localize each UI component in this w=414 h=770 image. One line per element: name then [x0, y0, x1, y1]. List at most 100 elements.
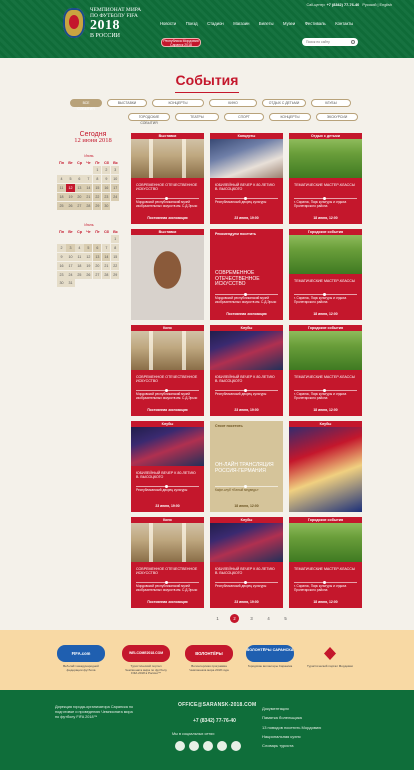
call-center-phone[interactable]: +7 (8342) 77-76-40	[327, 3, 360, 7]
partner-volunteers[interactable]: ВОЛОНТЁРЫ Волонтерская программа Чемпион…	[185, 645, 233, 672]
calendar-day[interactable]: 24	[111, 192, 120, 201]
event-title[interactable]: Юбилейный вечер к 80-летию В. Высоцкого	[215, 375, 279, 383]
event-image[interactable]	[210, 325, 283, 370]
filter-exhibitions[interactable]: Выставки	[107, 99, 147, 107]
calendar-day[interactable]: 27	[93, 270, 102, 279]
calendar-day[interactable]: 24	[66, 270, 75, 279]
event-card[interactable]: Клубы Юбилейный вечер к 80-летию В. Высоц…	[131, 421, 204, 512]
calendar-day[interactable]: 28	[102, 270, 111, 279]
calendar-day[interactable]: 2	[102, 166, 111, 175]
mordovia-logo-icon[interactable]	[306, 645, 354, 662]
calendar-day[interactable]: 4	[75, 244, 84, 253]
calendar-day[interactable]: 27	[75, 201, 84, 210]
filter-clubs[interactable]: Клубы	[311, 99, 351, 107]
nav-item-train[interactable]: Поезд	[186, 21, 198, 26]
calendar-day[interactable]: 15	[93, 183, 102, 192]
partner-saransk-volunteers[interactable]: ВОЛОНТЁРЫ САРАНСКА Городские волонтеры С…	[246, 645, 294, 669]
footer-link-cuisine[interactable]: Национальная кухня	[262, 732, 321, 741]
calendar-day[interactable]: 7	[102, 244, 111, 253]
calendar-day[interactable]: 4	[57, 175, 66, 184]
calendar-day[interactable]: 9	[102, 175, 111, 184]
event-card[interactable]: Клубы Юбилейный вечер к 80-летию В. Высоц…	[210, 517, 283, 608]
event-image[interactable]	[289, 325, 362, 370]
calendar-day[interactable]: 30	[102, 201, 111, 210]
event-image[interactable]	[210, 517, 283, 562]
calendar-day[interactable]: 1	[111, 235, 120, 244]
event-image[interactable]	[131, 133, 204, 178]
event-title[interactable]: Юбилейный вечер к 80-летию В. Высоцкого	[136, 471, 200, 479]
event-image[interactable]	[131, 325, 204, 370]
calendar-day[interactable]: 26	[84, 270, 93, 279]
search-icon[interactable]	[351, 40, 355, 44]
world-cup-emblem-icon[interactable]	[63, 8, 85, 38]
nav-item-stadium[interactable]: Стадион	[207, 21, 224, 26]
event-card[interactable]: Городские события Тематические мастер-кла…	[289, 325, 362, 416]
page-2[interactable]: 2	[230, 614, 239, 623]
calendar-day[interactable]: 19	[84, 261, 93, 270]
partner-welcome[interactable]: WELCOME2018.COM Туристический портал Чем…	[122, 645, 170, 676]
host-city-button[interactable]: Республика Мордовия Саранск 2018	[161, 38, 201, 47]
filter-cinema[interactable]: Кино	[209, 99, 257, 107]
event-title[interactable]: Современное отечественное искусство	[136, 183, 200, 191]
calendar-day[interactable]: 11	[57, 183, 66, 192]
footer-email[interactable]: OFFICE@SARANSK-2018.COM	[178, 702, 256, 708]
calendar-day[interactable]: 22	[111, 261, 120, 270]
calendar-day[interactable]: 7	[84, 175, 93, 184]
event-image[interactable]	[289, 229, 362, 274]
calendar-day[interactable]: 8	[111, 244, 120, 253]
calendar-day[interactable]: 3	[111, 166, 120, 175]
calendar-day[interactable]: 29	[111, 270, 120, 279]
calendar-day[interactable]: 5	[84, 244, 93, 253]
calendar-day[interactable]: 12	[84, 252, 93, 261]
nav-item-festival[interactable]: Фестиваль	[305, 21, 326, 26]
nav-item-contacts[interactable]: Контакты	[335, 21, 353, 26]
calendar-day[interactable]: 30	[57, 279, 66, 288]
instagram-icon[interactable]	[203, 741, 213, 751]
event-card[interactable]: Клубы Юбилейный вечер к 80-летию В. Высоц…	[210, 325, 283, 416]
nav-item-shop[interactable]: Магазин	[233, 21, 249, 26]
event-image[interactable]	[289, 133, 362, 178]
event-card[interactable]: Отдых с детьми Тематические мастер-классы…	[289, 133, 362, 224]
filter-all[interactable]: Все события	[70, 99, 102, 111]
nav-item-news[interactable]: Новости	[160, 21, 176, 26]
calendar-day[interactable]: 2	[57, 244, 66, 253]
event-image[interactable]	[131, 229, 204, 320]
event-card[interactable]: Выставки	[131, 229, 204, 320]
odnoklassniki-icon[interactable]	[217, 741, 227, 751]
event-card[interactable]: Городские события Тематические мастер-кла…	[289, 517, 362, 608]
event-title[interactable]: Тематические мастер-классы	[294, 183, 358, 187]
event-image[interactable]	[131, 421, 204, 466]
calendar-day[interactable]: 8	[93, 175, 102, 184]
event-card[interactable]: Выставки Современное отечественное искусс…	[131, 133, 204, 224]
calendar-day[interactable]: 20	[75, 192, 84, 201]
event-image[interactable]	[210, 133, 283, 178]
calendar-day[interactable]: 10	[111, 175, 120, 184]
calendar-day[interactable]: 13	[75, 183, 84, 192]
calendar-day[interactable]: 15	[111, 252, 120, 261]
calendar-day[interactable]: 16	[57, 261, 66, 270]
footer-link-dictionary[interactable]: Словарь туриста	[262, 741, 321, 750]
calendar-day[interactable]: 18	[57, 192, 66, 201]
filter-concerts[interactable]: Концерты	[152, 99, 204, 107]
event-card[interactable]: Городские события Тематические мастер-кла…	[289, 229, 362, 320]
calendar-day[interactable]: 22	[93, 192, 102, 201]
calendar-day[interactable]: 19	[66, 192, 75, 201]
calendar-day[interactable]: 5	[66, 175, 75, 184]
nav-item-museums[interactable]: Музеи	[283, 21, 295, 26]
footer-link-reasons[interactable]: 13 поводов посетить Мордовию	[262, 723, 321, 732]
event-image[interactable]	[289, 421, 362, 512]
event-card[interactable]: Рекомендуем посетить Современное отечеств…	[210, 229, 283, 320]
event-title[interactable]: Современное отечественное искусство	[136, 567, 200, 575]
event-image[interactable]	[289, 517, 362, 562]
language-switch[interactable]: Русский | English	[362, 3, 392, 7]
vk-icon[interactable]	[175, 741, 185, 751]
calendar-day[interactable]: 6	[93, 244, 102, 253]
page-5[interactable]: 5	[281, 614, 290, 623]
calendar-day[interactable]: 11	[75, 252, 84, 261]
event-title[interactable]: Юбилейный вечер к 80-летию В. Высоцкого	[215, 183, 279, 191]
calendar-day[interactable]: 21	[84, 192, 93, 201]
event-title[interactable]: Современное отечественное искусство	[215, 270, 279, 288]
partner-logo[interactable]: FIFA.com	[57, 645, 105, 662]
partner-mordovia[interactable]: Туристический портал Мордовии	[306, 645, 354, 669]
calendar-day[interactable]: 31	[66, 279, 75, 288]
